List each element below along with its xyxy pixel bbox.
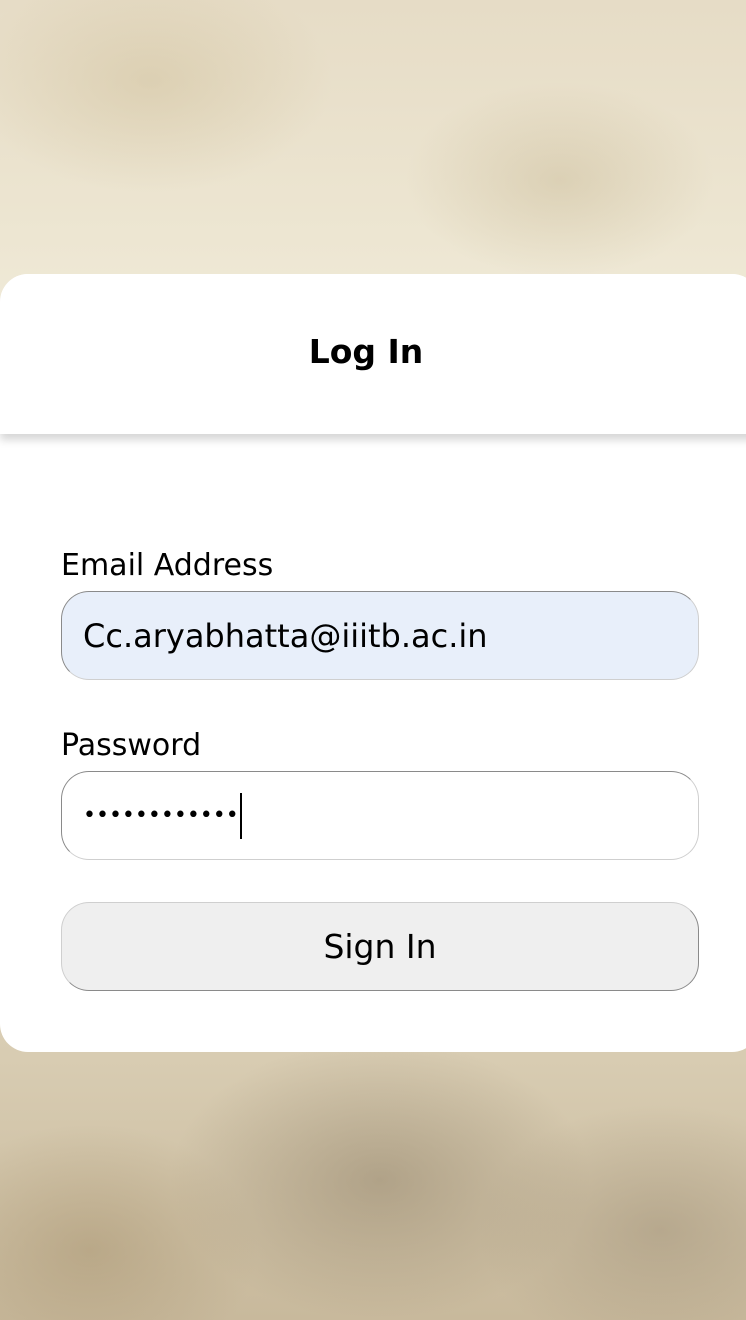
login-card: Log In Email Address Cc.aryabhatta@iiitb… — [0, 274, 746, 1052]
sign-in-button[interactable]: Sign In — [61, 902, 699, 991]
email-field[interactable]: Cc.aryabhatta@iiitb.ac.in — [61, 591, 699, 680]
card-header: Log In — [0, 274, 746, 434]
password-label: Password — [61, 728, 202, 763]
page-title: Log In — [308, 332, 424, 371]
text-cursor — [239, 792, 242, 839]
email-label: Email Address — [61, 548, 274, 583]
email-value: Cc.aryabhatta@iiitb.ac.in — [83, 616, 488, 655]
password-masked-value: •••••••••••• — [83, 802, 239, 828]
password-field[interactable]: •••••••••••• — [61, 771, 699, 860]
